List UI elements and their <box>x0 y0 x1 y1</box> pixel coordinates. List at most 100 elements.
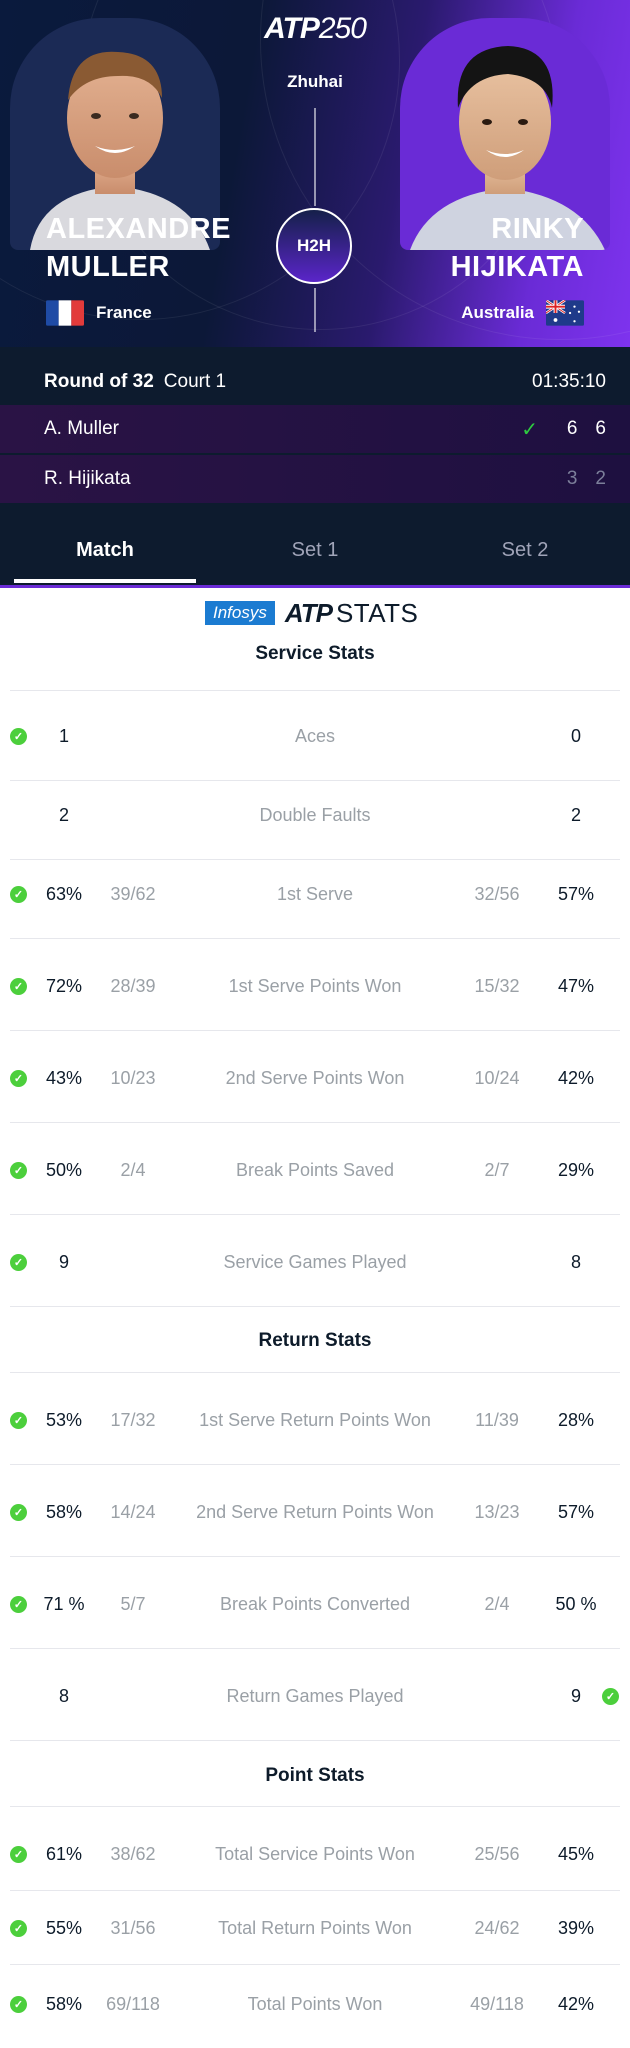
divider <box>10 1372 620 1373</box>
stat-row: ✓ 63% 39/62 1st Serve 32/56 57% <box>0 874 630 914</box>
player1-set2-score: 6 <box>595 418 606 439</box>
stat-row: ✓ 61% 38/62 Total Service Points Won 25/56 45… <box>0 1834 630 1874</box>
stat-player1-value: 55% <box>45 1918 83 1938</box>
section-title-point: Point Stats <box>265 1765 365 1786</box>
stats-logo-text: STATS <box>335 597 419 628</box>
brand-suffix: 250 <box>318 12 367 45</box>
winner-check-icon: ✓ <box>10 1996 27 2013</box>
stat-label: 2nd Serve Return Points Won <box>196 1502 434 1522</box>
stat-player1-fraction: 38/62 <box>110 1844 156 1864</box>
h2h-button[interactable]: H2H <box>276 208 352 284</box>
stat-player2-value: 29% <box>557 1160 595 1180</box>
tabs-underline <box>0 585 630 588</box>
stat-player2-value: 45% <box>557 1844 595 1864</box>
divider <box>10 1648 620 1649</box>
stat-player2-fraction: 25/56 <box>474 1844 520 1864</box>
stat-player2-fraction: 11/39 <box>475 1410 519 1430</box>
stat-player2-fraction: 10/24 <box>474 1068 520 1088</box>
stat-player1-value: 8 <box>58 1686 69 1706</box>
winner-check-icon: ✓ <box>10 1504 27 1521</box>
divider <box>10 780 620 781</box>
stat-player1-fraction: 5/7 <box>120 1594 146 1614</box>
winner-check-icon: ✓ <box>521 418 538 441</box>
stat-player1-fraction: 69/118 <box>106 1994 160 2014</box>
divider <box>10 1030 620 1031</box>
round-label: Round of 32 <box>44 371 154 392</box>
stat-player1-value: 58% <box>45 1502 83 1522</box>
stat-player1-value: 58% <box>45 1994 83 2014</box>
divider <box>10 1556 620 1557</box>
stat-row: ✓ 71 % 5/7 Break Points Converted 2/4 50 % <box>0 1584 630 1624</box>
court-label: Court 1 <box>163 371 227 392</box>
stat-player2-value: 42% <box>557 1068 595 1088</box>
winner-check-icon: ✓ <box>10 1846 27 1863</box>
stat-label: 1st Serve Return Points Won <box>199 1410 431 1430</box>
stat-player2-fraction: 13/23 <box>474 1502 520 1522</box>
stat-player2-value: 0 <box>570 726 581 746</box>
section-title-return: Return Stats <box>258 1330 372 1351</box>
player1-country-label: France <box>96 303 152 322</box>
winner-check-icon: ✓ <box>10 1412 27 1429</box>
tournament-city: Zhuhai <box>287 72 343 91</box>
stat-label: 1st Serve <box>276 884 354 904</box>
score-player1-name: A. Muller <box>44 418 119 439</box>
stat-row: ✓ 50% 2/4 Break Points Saved 2/7 29% <box>0 1150 630 1190</box>
stat-player1-value: 43% <box>45 1068 83 1088</box>
stat-player1-value: 50% <box>45 1160 83 1180</box>
stat-player1-fraction: 31/56 <box>110 1918 156 1938</box>
stat-label: Break Points Saved <box>235 1160 395 1180</box>
winner-check-icon: ✓ <box>10 1162 27 1179</box>
player2-name[interactable]: RINKY HIJIKATA <box>451 210 584 286</box>
score-row-player1: A. Muller ✓ 6 6 <box>0 405 630 453</box>
infosys-logo: Infosys <box>205 601 275 625</box>
stat-player2-value: 2 <box>570 805 581 825</box>
france-flag-icon <box>46 300 84 326</box>
stat-label: Break Points Converted <box>219 1594 411 1614</box>
player2-last-name: HIJIKATA <box>450 251 584 283</box>
match-duration: 01:35:10 <box>532 371 606 392</box>
stat-player1-value: 72% <box>45 976 83 996</box>
divider <box>10 1306 620 1307</box>
stat-row: 8 Return Games Played 9 ✓ <box>0 1676 630 1716</box>
tab-set-2[interactable]: Set 2 <box>420 517 630 583</box>
stat-player2-fraction: 49/118 <box>470 1994 524 2014</box>
brand-prefix: ATP <box>264 12 320 45</box>
stat-player1-value: 53% <box>45 1410 83 1430</box>
player1-last-name: MULLER <box>46 251 170 283</box>
stat-player1-value: 63% <box>45 884 83 904</box>
stat-label: Total Return Points Won <box>218 1918 412 1938</box>
tab-match[interactable]: Match <box>0 517 210 583</box>
tab-set-1[interactable]: Set 1 <box>210 517 420 583</box>
stat-player2-fraction: 2/4 <box>484 1594 510 1614</box>
stat-player1-value: 2 <box>58 805 69 825</box>
player1-country: France <box>46 300 152 326</box>
stat-player1-value: 71 % <box>43 1594 85 1614</box>
player1-name[interactable]: ALEXANDRE MULLER <box>46 210 231 286</box>
divider <box>10 1890 620 1891</box>
winner-check-icon: ✓ <box>10 978 27 995</box>
stat-row: 2 Double Faults 2 <box>0 795 630 835</box>
atp-250-logo: ATP 250 <box>240 12 390 46</box>
winner-check-icon: ✓ <box>10 886 27 903</box>
stat-row: ✓ 58% 69/118 Total Points Won 49/118 42% <box>0 1984 630 2024</box>
stat-label: Total Service Points Won <box>215 1844 415 1864</box>
stat-player2-value: 39% <box>557 1918 595 1938</box>
player2-set1-score: 3 <box>566 468 578 489</box>
winner-check-icon: ✓ <box>10 728 27 745</box>
stat-player2-fraction: 24/62 <box>474 1918 520 1938</box>
score-player2-name: R. Hijikata <box>44 468 131 489</box>
divider <box>10 1214 620 1215</box>
divider <box>10 1740 620 1741</box>
stat-row: ✓ 55% 31/56 Total Return Points Won 24/62 39% <box>0 1908 630 1948</box>
player1-first-name: ALEXANDRE <box>46 213 231 245</box>
atp-stats-logo: ATP STATS <box>285 598 419 629</box>
stat-label: Service Games Played <box>223 1252 407 1272</box>
stat-row: ✓ 43% 10/23 2nd Serve Points Won 10/24 42% <box>0 1058 630 1098</box>
stat-label: 2nd Serve Points Won <box>225 1068 405 1088</box>
player1-set1-score: 6 <box>566 418 578 439</box>
stat-row: ✓ 72% 28/39 1st Serve Points Won 15/32 47% <box>0 966 630 1006</box>
australia-flag-icon <box>546 300 584 326</box>
winner-check-icon: ✓ <box>10 1070 27 1087</box>
player2-country-label: Australia <box>461 303 534 322</box>
divider <box>10 859 620 860</box>
